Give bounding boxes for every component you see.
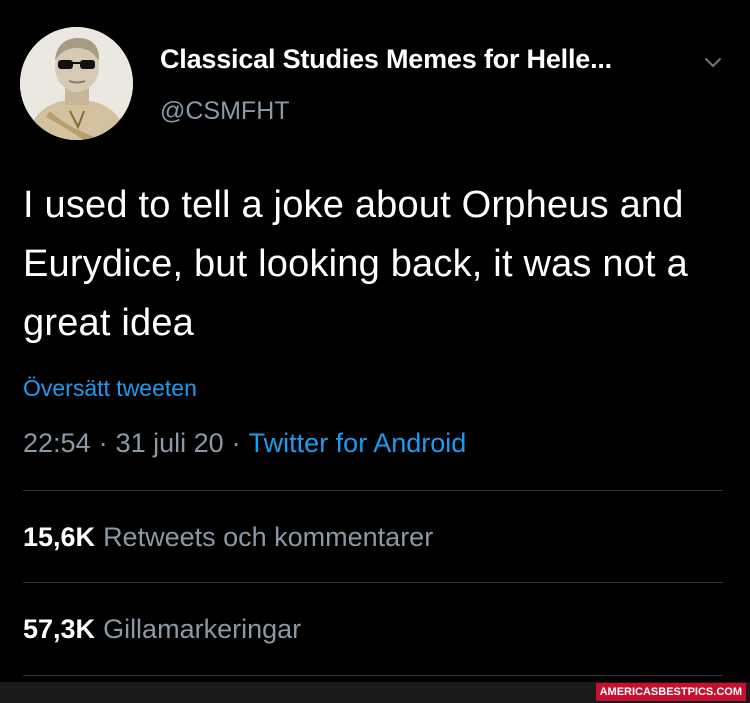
likes-count: 57,3K <box>23 614 96 644</box>
avatar[interactable] <box>20 27 133 140</box>
tweet-text: I used to tell a joke about Orpheus and … <box>23 184 688 344</box>
divider <box>23 490 723 491</box>
likes-stat[interactable]: 57,3K Gillamarkeringar <box>23 614 301 645</box>
tweet-time[interactable]: 22:54 <box>23 428 91 458</box>
translate-tweet-link[interactable]: Översätt tweeten <box>23 375 197 402</box>
watermark: AMERICASBESTPICS.COM <box>595 683 746 701</box>
tweet-metadata: 22:54 · 31 juli 20 · Twitter for Android <box>23 428 466 459</box>
meta-separator: · <box>98 428 108 458</box>
divider <box>23 675 723 676</box>
divider <box>23 582 723 583</box>
chevron-down-icon[interactable] <box>702 52 724 74</box>
meta-separator: · <box>231 428 241 458</box>
author-name[interactable]: Classical Studies Memes for Helle... <box>160 44 612 75</box>
tweet-date[interactable]: 31 juli 20 <box>116 428 224 458</box>
author-handle[interactable]: @CSMFHT <box>160 97 290 126</box>
retweets-stat[interactable]: 15,6K Retweets och kommentarer <box>23 522 433 553</box>
retweets-label: Retweets och kommentarer <box>103 522 434 552</box>
likes-label: Gillamarkeringar <box>103 614 302 644</box>
bust-avatar-image <box>20 27 133 140</box>
tweet-card: Classical Studies Memes for Helle... @CS… <box>0 0 750 682</box>
retweets-count: 15,6K <box>23 522 96 552</box>
tweet-source-link[interactable]: Twitter for Android <box>249 428 467 458</box>
screenshot-frame: Classical Studies Memes for Helle... @CS… <box>0 0 750 703</box>
